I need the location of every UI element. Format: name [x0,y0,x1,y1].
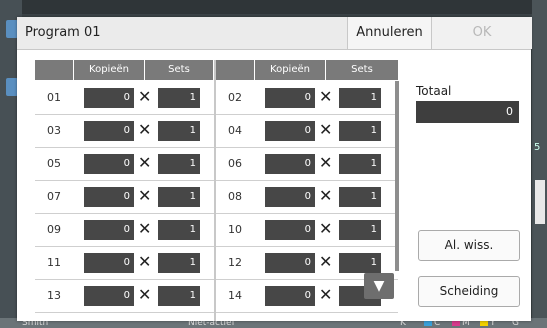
program-number: 11 [47,256,61,269]
program-number: 07 [47,190,61,203]
background-right-panel: 5 [532,0,547,328]
multiply-icon: ✕ [319,252,333,271]
sets-input[interactable]: 1 [339,220,381,240]
copies-input[interactable]: 0 [265,253,315,273]
multiply-icon: ✕ [319,153,333,172]
table-row: 09 0 ✕ 1 10 0 ✕ 1 [35,214,398,247]
multiply-icon: ✕ [138,219,152,238]
background-block [535,180,545,224]
copies-input[interactable]: 0 [84,187,134,207]
sets-input[interactable]: 1 [339,154,381,174]
copies-input[interactable]: 0 [84,121,134,141]
scroll-down-button[interactable]: ▼ [364,273,394,299]
sets-input[interactable]: 1 [158,187,200,207]
background-header [0,0,547,14]
program-number: 08 [228,190,242,203]
program-number: 03 [47,124,61,137]
copies-input[interactable]: 0 [265,220,315,240]
copies-input[interactable]: 0 [265,187,315,207]
table-header-sets: Sets [326,60,398,80]
multiply-icon: ✕ [319,120,333,139]
dialog-title-bar: Program 01 Annuleren OK [17,17,532,50]
sets-input[interactable]: 1 [158,253,200,273]
table-row: 01 0 ✕ 1 02 0 ✕ 1 [35,82,398,115]
program-number: 14 [228,289,242,302]
total-value: 0 [416,101,519,123]
scrollbar[interactable] [395,81,399,271]
table-header-blank [35,60,73,80]
table-row: 07 0 ✕ 1 08 0 ✕ 1 [35,181,398,214]
copies-input[interactable]: 0 [265,286,315,306]
multiply-icon: ✕ [138,252,152,271]
program-number: 02 [228,91,242,104]
sets-input[interactable]: 1 [158,88,200,108]
table-header-blank [216,60,254,80]
table-header-copies: Kopieën [255,60,325,80]
table-row: 11 0 ✕ 1 12 0 ✕ 1 [35,247,398,280]
program-dialog: Program 01 Annuleren OK Kopieën Sets Kop… [17,17,532,321]
copies-input[interactable]: 0 [84,88,134,108]
multiply-icon: ✕ [319,87,333,106]
table-rows: 01 0 ✕ 1 02 0 ✕ 1 03 0 ✕ 1 04 0 ✕ 1 05 0 ✕ 1 06 0 ✕ 1 07 0 ✕ 1 08 0 ✕ 1… [35,82,398,313]
sets-input[interactable]: 1 [158,286,200,306]
multiply-icon: ✕ [138,153,152,172]
table-header-copies: Kopieën [74,60,144,80]
multiply-icon: ✕ [138,87,152,106]
copies-input[interactable]: 0 [265,154,315,174]
table-row: 05 0 ✕ 1 06 0 ✕ 1 [35,148,398,181]
copies-input[interactable]: 0 [265,88,315,108]
cancel-button[interactable]: Annuleren [347,17,431,49]
program-number: 05 [47,157,61,170]
copies-input[interactable]: 0 [265,121,315,141]
program-number: 04 [228,124,242,137]
sets-input[interactable]: 1 [339,187,381,207]
sets-input[interactable]: 1 [158,220,200,240]
copies-input[interactable]: 0 [84,286,134,306]
clear-all-button[interactable]: Al. wiss. [418,230,520,261]
multiply-icon: ✕ [319,186,333,205]
program-number: 09 [47,223,61,236]
multiply-icon: ✕ [138,186,152,205]
sets-input[interactable]: 1 [339,253,381,273]
ok-button[interactable]: OK [431,17,532,49]
program-number: 06 [228,157,242,170]
copies-input[interactable]: 0 [84,154,134,174]
multiply-icon: ✕ [319,219,333,238]
program-number: 01 [47,91,61,104]
table-header-sets: Sets [145,60,213,80]
copies-input[interactable]: 0 [84,253,134,273]
total-label: Totaal [416,84,452,98]
program-number: 13 [47,289,61,302]
multiply-icon: ✕ [138,120,152,139]
table-row: 03 0 ✕ 1 04 0 ✕ 1 [35,115,398,148]
multiply-icon: ✕ [138,285,152,304]
program-number: 12 [228,256,242,269]
column-divider [214,60,216,321]
sets-input[interactable]: 1 [158,154,200,174]
separation-button[interactable]: Scheiding [418,276,520,307]
table-row: 130✕1140✕1 [35,280,398,313]
program-table: Kopieën Sets Kopieën Sets 01 0 ✕ 1 02 0 ✕ 1 03 0 ✕… [35,60,398,321]
sets-input[interactable]: 1 [158,121,200,141]
sets-input[interactable]: 1 [339,88,381,108]
background-side-number: 5 [534,142,541,153]
dialog-title: Program 01 [25,25,101,40]
program-number: 10 [228,223,242,236]
sets-input[interactable]: 1 [339,121,381,141]
multiply-icon: ✕ [319,285,333,304]
copies-input[interactable]: 0 [84,220,134,240]
